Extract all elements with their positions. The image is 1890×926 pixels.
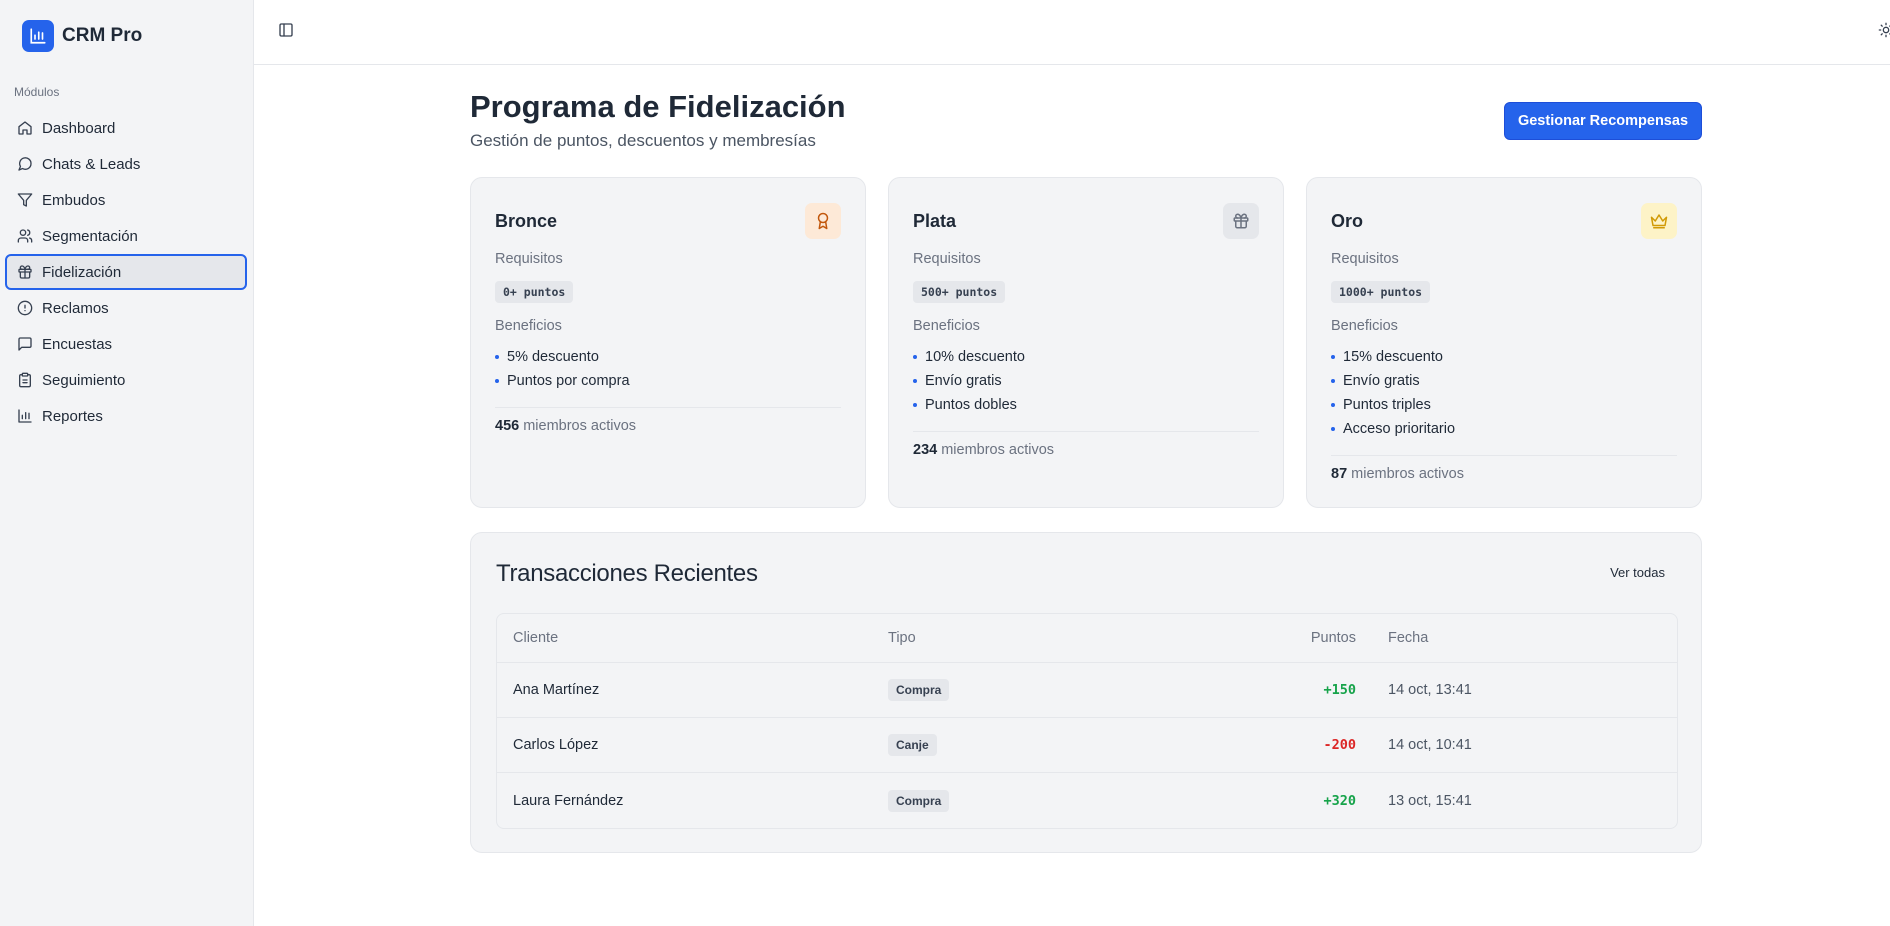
date-cell: 13 oct, 15:41	[1388, 792, 1472, 809]
tier-name: Bronce	[495, 211, 558, 231]
divider	[495, 407, 841, 408]
table-row[interactable]: Laura Fernández Compra +320 13 oct, 15:4…	[497, 773, 1677, 828]
view-all-button[interactable]: Ver todas	[1610, 565, 1665, 580]
points-cell: -200	[1323, 737, 1356, 753]
home-icon	[17, 120, 33, 136]
sidebar-item-label: Reportes	[42, 407, 103, 425]
requirement-badge: 1000+ puntos	[1331, 281, 1431, 303]
divider	[1331, 455, 1677, 456]
benefit-item: 15% descuento	[1331, 345, 1455, 369]
brand-name: CRM Pro	[62, 25, 143, 46]
client-cell: Carlos López	[513, 737, 599, 753]
sidebar-nav: Dashboard Chats & Leads Embudos Segmenta…	[5, 110, 247, 434]
bar-chart-logo-icon	[22, 20, 54, 52]
benefit-item: Envío gratis	[913, 369, 1025, 393]
transactions-title: Transacciones Recientes	[496, 560, 758, 587]
sidebar-item-segmentacion[interactable]: Segmentación	[5, 218, 247, 254]
benefit-item: Puntos por compra	[495, 369, 630, 393]
message-square-icon	[17, 336, 33, 352]
gift-icon	[17, 264, 33, 280]
bar-chart-icon	[17, 408, 33, 424]
column-header: Fecha	[1388, 630, 1429, 646]
manage-rewards-button[interactable]: Gestionar Recompensas	[1504, 102, 1702, 140]
page-title: Programa de Fidelización	[470, 89, 846, 124]
points-cell: +320	[1323, 792, 1356, 809]
requirements-label: Requisitos	[495, 251, 563, 267]
benefit-item: Puntos triples	[1331, 393, 1455, 417]
benefit-item: 10% descuento	[913, 345, 1025, 369]
type-badge: Compra	[888, 789, 950, 812]
sidebar-item-label: Chats & Leads	[42, 155, 141, 173]
benefits-list: 10% descuento Envío gratis Puntos dobles	[913, 345, 1025, 417]
requirement-badge: 500+ puntos	[913, 281, 1006, 303]
page-subtitle: Gestión de puntos, descuentos y membresí…	[470, 131, 816, 150]
sidebar-item-label: Segmentación	[42, 227, 138, 245]
client-cell: Laura Fernández	[513, 792, 624, 809]
benefit-item: Acceso prioritario	[1331, 417, 1455, 441]
users-icon	[17, 228, 33, 244]
date-cell: 14 oct, 13:41	[1388, 682, 1472, 698]
recent-transactions-card: Transacciones Recientes Ver todas Client…	[470, 532, 1702, 853]
clipboard-icon	[17, 372, 33, 388]
benefit-item: 5% descuento	[495, 345, 630, 369]
sidebar-item-embudos[interactable]: Embudos	[5, 182, 247, 218]
crown-icon	[1641, 203, 1677, 239]
benefits-label: Beneficios	[495, 318, 562, 334]
award-icon	[805, 203, 841, 239]
sidebar-item-label: Reclamos	[42, 299, 109, 317]
points-cell: +150	[1323, 682, 1356, 698]
sidebar-item-reportes[interactable]: Reportes	[5, 398, 247, 434]
sidebar-item-label: Encuestas	[42, 335, 113, 353]
client-cell: Ana Martínez	[513, 682, 600, 698]
sidebar-item-label: Seguimiento	[42, 371, 126, 389]
table-row[interactable]: Ana Martínez Compra +150 14 oct, 13:41	[497, 663, 1677, 718]
sidebar: CRM Pro Módulos Dashboard Chats & Leads …	[0, 0, 254, 926]
members-count: 87 miembros activos	[1331, 466, 1464, 482]
tier-card-bronce: Bronce Requisitos 0+ puntos Beneficios 5…	[470, 177, 866, 508]
sidebar-item-fidelizacion[interactable]: Fidelización	[5, 254, 247, 290]
sidebar-item-chats-leads[interactable]: Chats & Leads	[5, 146, 247, 182]
sidebar-section-label: Módulos	[14, 85, 60, 99]
gift-icon	[1223, 203, 1259, 239]
requirements-label: Requisitos	[913, 251, 981, 267]
type-badge: Compra	[888, 679, 950, 701]
benefits-label: Beneficios	[1331, 318, 1398, 334]
tier-name: Plata	[913, 211, 957, 231]
members-count: 456 miembros activos	[495, 418, 637, 434]
tier-card-plata: Plata Requisitos 500+ puntos Beneficios …	[888, 177, 1284, 508]
sidebar-item-label: Fidelización	[42, 263, 122, 281]
benefits-list: 15% descuento Envío gratis Puntos triple…	[1331, 345, 1455, 441]
sidebar-item-encuestas[interactable]: Encuestas	[5, 326, 247, 362]
benefit-item: Envío gratis	[1331, 369, 1455, 393]
column-header: Tipo	[888, 630, 916, 646]
date-cell: 14 oct, 10:41	[1388, 737, 1472, 753]
chat-bubble-icon	[17, 156, 33, 172]
sidebar-toggle-icon[interactable]	[276, 20, 296, 40]
tier-card-oro: Oro Requisitos 1000+ puntos Beneficios 1…	[1306, 177, 1702, 508]
sidebar-item-label: Dashboard	[42, 119, 116, 137]
alert-circle-icon	[17, 300, 33, 316]
column-header: Cliente	[513, 630, 559, 646]
tier-name: Oro	[1331, 211, 1364, 231]
table-row[interactable]: Carlos López Canje -200 14 oct, 10:41	[497, 718, 1677, 773]
table-header: Cliente Tipo Puntos Fecha	[497, 614, 1677, 663]
members-count: 234 miembros activos	[913, 442, 1055, 458]
brand[interactable]: CRM Pro	[22, 20, 142, 52]
type-badge: Canje	[888, 734, 937, 756]
sidebar-item-seguimiento[interactable]: Seguimiento	[5, 362, 247, 398]
filter-icon	[17, 192, 33, 208]
top-bar	[254, 0, 1890, 65]
column-header: Puntos	[1310, 630, 1356, 646]
sidebar-item-dashboard[interactable]: Dashboard	[5, 110, 247, 146]
sidebar-item-label: Embudos	[42, 191, 106, 209]
requirements-label: Requisitos	[1331, 251, 1399, 267]
sidebar-item-reclamos[interactable]: Reclamos	[5, 290, 247, 326]
divider	[913, 431, 1259, 432]
transactions-table: Cliente Tipo Puntos Fecha Ana Martínez C…	[496, 613, 1678, 829]
benefit-item: Puntos dobles	[913, 393, 1025, 417]
benefits-list: 5% descuento Puntos por compra	[495, 345, 630, 393]
sun-icon[interactable]	[1876, 20, 1890, 40]
benefits-label: Beneficios	[913, 318, 980, 334]
requirement-badge: 0+ puntos	[495, 281, 574, 303]
